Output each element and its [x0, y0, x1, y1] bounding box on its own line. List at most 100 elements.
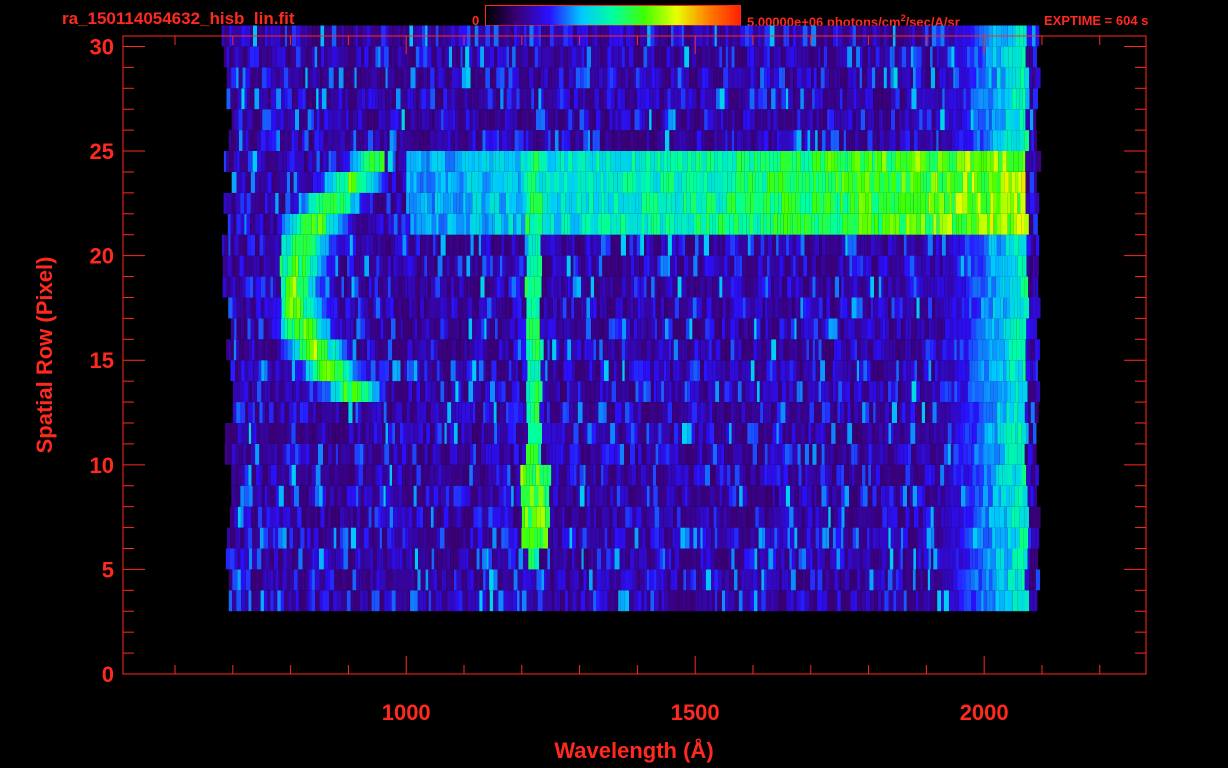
heatmap-cell [319, 130, 324, 151]
heatmap-cells [221, 25, 1042, 612]
heatmap-cell [923, 297, 928, 319]
heatmap-cell [969, 360, 972, 382]
heatmap-cell [815, 527, 820, 549]
heatmap-cell [410, 151, 416, 172]
heatmap-cell [879, 172, 885, 193]
heatmap-cell [425, 485, 430, 507]
heatmap-cell [719, 255, 725, 277]
heatmap-cell [731, 172, 736, 193]
heatmap-cell [350, 192, 355, 214]
heatmap-cell [436, 318, 441, 340]
heatmap-cell [489, 527, 493, 549]
heatmap-cell [397, 213, 402, 235]
heatmap-cell [903, 590, 907, 612]
heatmap-cell [995, 255, 999, 277]
heatmap-cell [381, 172, 385, 193]
heatmap-cell [973, 130, 977, 151]
heatmap-cell [1020, 464, 1024, 486]
heatmap-cell [325, 381, 331, 402]
heatmap-cell [722, 276, 726, 298]
heatmap-cell [424, 151, 427, 172]
heatmap-cell [364, 255, 369, 277]
heatmap-cell [392, 360, 398, 382]
heatmap-cell [735, 318, 740, 340]
heatmap-cell [746, 464, 751, 486]
heatmap-cell [869, 172, 875, 193]
heatmap-cell [406, 151, 411, 172]
heatmap-cell [725, 130, 728, 151]
heatmap-cell [510, 443, 514, 465]
heatmap-cell [910, 192, 914, 214]
heatmap-cell [814, 590, 818, 612]
heatmap-cell [404, 276, 408, 298]
heatmap-cell [241, 590, 246, 612]
heatmap-cell [856, 485, 861, 507]
heatmap-cell [959, 527, 965, 549]
heatmap-cell [882, 318, 886, 340]
heatmap-cell [843, 276, 849, 298]
heatmap-cell [638, 590, 642, 612]
heatmap-cell [304, 527, 307, 549]
heatmap-cell [250, 276, 254, 298]
heatmap-cell [312, 276, 316, 298]
heatmap-cell [752, 172, 756, 193]
heatmap-cell [772, 297, 776, 319]
heatmap-cell [240, 402, 246, 423]
heatmap-cell [351, 276, 355, 298]
heatmap-cell [287, 318, 293, 340]
heatmap-cell [484, 485, 490, 507]
heatmap-cell [630, 255, 635, 277]
heatmap-cell [1035, 276, 1039, 298]
heatmap-cell [610, 151, 616, 172]
heatmap-cell [489, 130, 493, 151]
heatmap-cell [863, 318, 868, 340]
heatmap-cell [757, 443, 763, 465]
heatmap-cell [577, 318, 582, 340]
heatmap-cell [610, 423, 616, 444]
heatmap-cell [443, 360, 448, 382]
heatmap-cell [996, 569, 999, 591]
heatmap-cell [252, 151, 258, 172]
heatmap-cell [281, 318, 285, 340]
heatmap-cell [1005, 339, 1009, 361]
heatmap-cell [520, 485, 526, 507]
heatmap-cell [824, 381, 830, 402]
heatmap-cell [911, 590, 916, 612]
heatmap-cell [989, 590, 993, 612]
heatmap-cell [946, 151, 950, 172]
heatmap-cell [684, 255, 689, 277]
heatmap-cell [294, 151, 299, 172]
heatmap-cell [980, 130, 984, 151]
heatmap-cell [680, 569, 684, 591]
heatmap-cell [880, 318, 883, 340]
heatmap-cell [743, 234, 748, 256]
heatmap-cell [691, 443, 697, 465]
heatmap-cell [368, 402, 372, 423]
heatmap-cell [668, 590, 672, 612]
heatmap-cell [405, 213, 411, 235]
heatmap-cell [384, 151, 388, 172]
heatmap-cell [821, 381, 825, 402]
heatmap-cell [651, 213, 654, 235]
heatmap-cell [954, 485, 958, 507]
heatmap-cell [975, 548, 978, 570]
heatmap-cell [1022, 381, 1028, 402]
heatmap-cell [792, 464, 796, 486]
heatmap-cell [461, 485, 466, 507]
heatmap-cell [1017, 569, 1022, 591]
heatmap-cell [721, 318, 726, 340]
heatmap-cell [499, 192, 502, 214]
heatmap-cell [962, 569, 967, 591]
heatmap-cell [641, 464, 644, 486]
heatmap-cell [875, 151, 878, 172]
heatmap-cell [744, 381, 750, 402]
heatmap-cell [724, 381, 729, 402]
heatmap-cell [874, 590, 878, 612]
heatmap-cell [228, 339, 231, 361]
heatmap-cell [696, 213, 701, 235]
heatmap-cell [888, 527, 891, 549]
heatmap-cell [949, 255, 954, 277]
heatmap-cell [326, 213, 330, 235]
heatmap-cell [512, 172, 516, 193]
heatmap-cell [289, 297, 294, 319]
